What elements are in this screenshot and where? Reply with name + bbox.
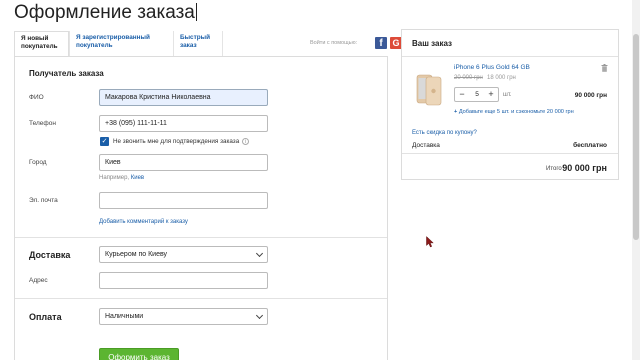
tab-label: покупатель [21, 43, 58, 50]
coupon-link[interactable]: Есть скидка по купону? [412, 130, 477, 136]
social-login-label: Войти с помощью: [310, 40, 358, 46]
line-total: 90 000 грн [574, 92, 607, 99]
payment-method-value: Наличными [105, 313, 144, 320]
delivery-method-select[interactable]: Курьером по Киеву [99, 246, 268, 263]
email-label: Эл. почта [29, 197, 58, 204]
chevron-down-icon [255, 311, 264, 320]
text-caret [195, 3, 197, 21]
quantity-increase-button[interactable]: + [485, 88, 497, 101]
order-divider [402, 153, 618, 154]
order-divider [402, 56, 618, 57]
quantity-unit: шт. [503, 92, 512, 98]
address-label: Адрес [29, 277, 48, 284]
product-image [416, 74, 442, 106]
city-label: Город [29, 159, 47, 166]
mouse-cursor-icon [426, 236, 434, 248]
total-value: 90 000 грн [562, 163, 607, 173]
city-hint-link[interactable]: Киев [131, 175, 144, 181]
product-name-link[interactable]: iPhone 6 Plus Gold 64 GB [454, 64, 530, 71]
phone-label: Телефон [29, 120, 56, 127]
delivery-cost-value: бесплатно [573, 142, 607, 149]
tab-label: покупатель [76, 42, 113, 49]
name-label: ФИО [29, 94, 44, 101]
tab-registered-customer[interactable]: Я зарегистрированный покупатель [69, 31, 173, 56]
trash-icon[interactable] [601, 64, 608, 72]
info-icon[interactable]: i [242, 138, 250, 145]
tab-label: Я новый [21, 35, 49, 42]
email-field[interactable] [99, 192, 268, 209]
page-title: Оформление заказа [14, 2, 197, 23]
tab-label: Я зарегистрированный [76, 34, 150, 41]
quantity-input[interactable]: 5 [469, 88, 485, 101]
phone-field[interactable]: +38 (095) 111-11-11 [99, 115, 268, 132]
order-summary: Ваш заказ iPhone 6 Plus Gold 64 GB 20 00… [401, 29, 619, 180]
section-divider [15, 237, 387, 238]
city-hint: Например, Киев [99, 175, 145, 181]
total-label: Итого [546, 166, 562, 172]
tab-quick-order[interactable]: Быстрый заказ [173, 31, 223, 56]
submit-order-button[interactable]: Оформить заказ [99, 348, 179, 360]
customer-type-tabs: Я новый покупатель Я зарегистрированный … [14, 31, 402, 57]
delivery-section-title: Доставка [29, 250, 71, 260]
tab-label: Быстрый [180, 34, 211, 41]
address-field[interactable] [99, 272, 268, 289]
name-field[interactable]: Макарова Кристина Николаевна [99, 89, 268, 106]
scrollbar-thumb[interactable] [633, 34, 639, 240]
section-divider [15, 298, 387, 299]
recipient-section-title: Получатель заказа [29, 69, 104, 78]
facebook-icon[interactable]: f [375, 37, 387, 49]
quantity-stepper: − 5 + [454, 87, 499, 102]
checkout-form: Получатель заказа ФИО Макарова Кристина … [14, 56, 388, 360]
add-comment-link[interactable]: Добавить комментарий к заказу [99, 219, 188, 225]
upsell-link[interactable]: + Добавьте еще 5 шт. и сэкономьте 20 000… [454, 109, 574, 115]
unit-price: 18 000 грн [487, 75, 516, 81]
city-field[interactable]: Киев [99, 154, 268, 171]
tab-label: заказ [180, 42, 197, 49]
tab-new-customer[interactable]: Я новый покупатель [14, 31, 69, 57]
no-call-label: Не звонить мне для подтверждения заказа i [113, 138, 250, 145]
no-call-checkbox[interactable]: ✓ [100, 137, 109, 146]
chevron-down-icon [255, 249, 264, 258]
payment-section-title: Оплата [29, 312, 62, 322]
order-summary-title: Ваш заказ [412, 39, 452, 48]
upsell-text: Добавьте еще 5 шт. и сэкономьте 20 000 г… [458, 109, 574, 115]
old-price: 20 000 грн [454, 75, 483, 81]
delivery-cost-label: Доставка [412, 142, 440, 149]
payment-method-select[interactable]: Наличными [99, 308, 268, 325]
quantity-decrease-button[interactable]: − [456, 88, 468, 101]
delivery-method-value: Курьером по Киеву [105, 251, 168, 258]
